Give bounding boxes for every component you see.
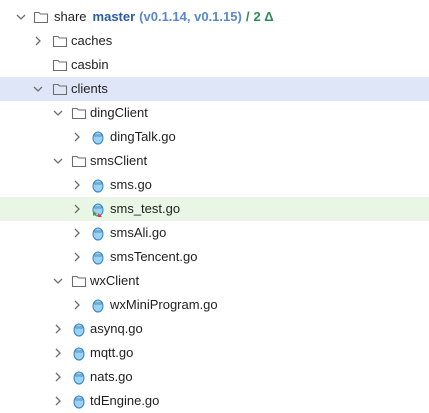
tree-row-smsclient[interactable]: smsClient bbox=[0, 149, 429, 173]
go-gopher-icon bbox=[71, 393, 87, 409]
chevron-down-icon[interactable] bbox=[52, 107, 64, 119]
chevron-right-icon[interactable] bbox=[71, 131, 83, 143]
folder-label: wxClient bbox=[90, 273, 140, 288]
folder-icon bbox=[71, 273, 87, 289]
chevron-right-icon[interactable] bbox=[52, 395, 64, 407]
file-label: asynq.go bbox=[90, 321, 143, 336]
go-gopher-icon bbox=[71, 321, 87, 337]
folder-label: smsClient bbox=[90, 153, 148, 168]
tree-row-dingclient[interactable]: dingClient bbox=[0, 101, 429, 125]
file-label: nats.go bbox=[90, 369, 133, 384]
git-branch-name: master bbox=[92, 9, 136, 24]
tree-row-tdengine-go[interactable]: tdEngine.go bbox=[0, 389, 429, 413]
file-label: smsTencent.go bbox=[110, 249, 198, 264]
chevron-right-icon[interactable] bbox=[52, 323, 64, 335]
file-label: tdEngine.go bbox=[90, 393, 160, 408]
file-label: sms_test.go bbox=[110, 201, 181, 216]
folder-icon bbox=[71, 153, 87, 169]
file-label: mqtt.go bbox=[90, 345, 134, 360]
tree-row-asynq-go[interactable]: asynq.go bbox=[0, 317, 429, 341]
go-gopher-icon bbox=[90, 177, 106, 193]
go-gopher-icon bbox=[90, 297, 106, 313]
file-label: wxMiniProgram.go bbox=[110, 297, 218, 312]
chevron-right-icon[interactable] bbox=[71, 227, 83, 239]
folder-label: casbin bbox=[71, 57, 109, 72]
chevron-down-icon[interactable] bbox=[52, 275, 64, 287]
git-changes-count: 2 Δ bbox=[253, 9, 274, 24]
chevron-right-icon[interactable] bbox=[71, 203, 83, 215]
go-gopher-icon bbox=[71, 345, 87, 361]
tree-row-smsali-go[interactable]: smsAli.go bbox=[0, 221, 429, 245]
chevron-down-icon[interactable] bbox=[15, 11, 27, 23]
go-gopher-icon bbox=[90, 225, 106, 241]
chevron-down-icon[interactable] bbox=[32, 83, 44, 95]
go-test-gopher-icon bbox=[90, 201, 106, 217]
folder-icon bbox=[52, 57, 68, 73]
go-gopher-icon bbox=[90, 249, 106, 265]
file-label: dingTalk.go bbox=[110, 129, 176, 144]
chevron-down-icon[interactable] bbox=[52, 155, 64, 167]
chevron-right-icon[interactable] bbox=[52, 347, 64, 359]
git-tags: (v0.1.14, v0.1.15) bbox=[139, 9, 242, 24]
tree-row-dingtalk-go[interactable]: dingTalk.go bbox=[0, 125, 429, 149]
folder-label: clients bbox=[71, 81, 108, 96]
root-folder-name: share bbox=[54, 9, 87, 24]
chevron-right-icon[interactable] bbox=[71, 179, 83, 191]
file-label: sms.go bbox=[110, 177, 152, 192]
go-gopher-icon bbox=[71, 369, 87, 385]
file-label: smsAli.go bbox=[110, 225, 167, 240]
tree-row-sms-go[interactable]: sms.go bbox=[0, 173, 429, 197]
tree-row-wxminiprogram-go[interactable]: wxMiniProgram.go bbox=[0, 293, 429, 317]
tree-row-caches[interactable]: caches bbox=[0, 29, 429, 53]
tree-row-smstencent-go[interactable]: smsTencent.go bbox=[0, 245, 429, 269]
go-gopher-icon bbox=[90, 129, 106, 145]
chevron-right-icon[interactable] bbox=[71, 251, 83, 263]
folder-icon bbox=[33, 9, 49, 25]
tree-row-nats-go[interactable]: nats.go bbox=[0, 365, 429, 389]
folder-icon bbox=[52, 33, 68, 49]
folder-icon bbox=[52, 81, 68, 97]
tree-row-share-root[interactable]: share master (v0.1.14, v0.1.15)/2 Δ bbox=[0, 5, 429, 29]
tree-row-clients[interactable]: clients bbox=[0, 77, 429, 101]
folder-icon bbox=[71, 105, 87, 121]
folder-label: caches bbox=[71, 33, 113, 48]
tree-row-sms-test-go[interactable]: sms_test.go bbox=[0, 197, 429, 221]
tree-row-casbin[interactable]: casbin bbox=[0, 53, 429, 77]
chevron-right-icon[interactable] bbox=[52, 371, 64, 383]
tree-row-mqtt-go[interactable]: mqtt.go bbox=[0, 341, 429, 365]
tree-row-wxclient[interactable]: wxClient bbox=[0, 269, 429, 293]
git-separator: / bbox=[245, 9, 250, 24]
folder-label: dingClient bbox=[90, 105, 148, 120]
chevron-right-icon[interactable] bbox=[32, 35, 44, 47]
chevron-right-icon[interactable] bbox=[71, 299, 83, 311]
